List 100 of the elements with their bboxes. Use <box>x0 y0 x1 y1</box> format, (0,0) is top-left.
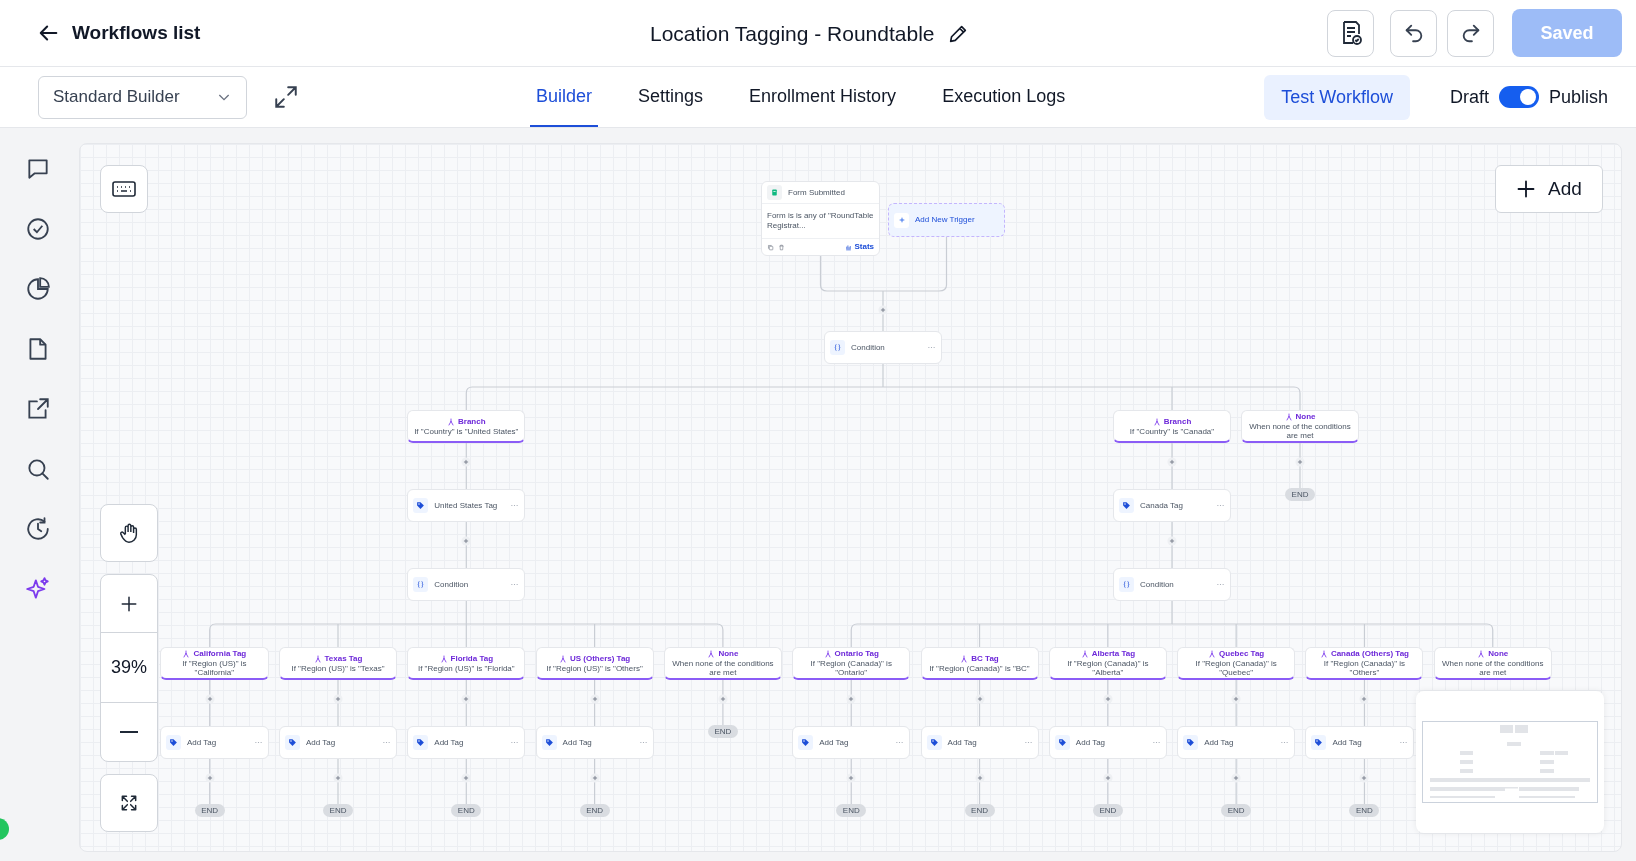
step-label: Add Tag <box>819 736 850 749</box>
action-card[interactable]: Add Tag <box>407 726 526 759</box>
back-button[interactable]: Workflows list <box>38 18 201 48</box>
branch-card[interactable]: None When none of the conditions are met <box>1433 647 1552 680</box>
branch-card[interactable]: Alberta Tag If "Region (Canada)" is "Alberta" <box>1048 647 1167 680</box>
tab[interactable]: Enrollment History <box>743 67 903 127</box>
branch-card[interactable]: Quebec Tag If "Region (Canada)" is "Quebec" <box>1177 647 1296 680</box>
action-card[interactable]: Add Tag <box>1048 726 1167 759</box>
add-step-icon[interactable] <box>846 694 857 704</box>
add-step-icon[interactable] <box>1167 457 1177 467</box>
external-link-icon[interactable] <box>25 396 51 422</box>
check-circle-icon[interactable] <box>25 216 51 242</box>
action-card[interactable]: United States Tag <box>407 489 526 522</box>
add-step-icon[interactable] <box>589 694 600 704</box>
add-step-icon[interactable] <box>204 773 215 783</box>
branch-title: Canada (Others) Tag <box>1330 649 1409 659</box>
action-card[interactable]: Add Tag <box>1177 726 1296 759</box>
clock-icon[interactable] <box>25 516 51 542</box>
action-card[interactable]: Add Tag <box>535 726 654 759</box>
add-step-icon[interactable] <box>1102 694 1113 704</box>
tab[interactable]: Builder <box>530 67 599 127</box>
redo-button[interactable] <box>1447 9 1494 57</box>
branch-condition: If "Region (Canada)" is "Quebec" <box>1194 659 1278 677</box>
plus-icon <box>1516 179 1537 199</box>
branch-condition: When none of the conditions are met <box>671 659 775 677</box>
add-step-icon[interactable] <box>1231 773 1242 783</box>
add-button[interactable]: Add <box>1495 165 1603 213</box>
condition-card[interactable]: Condition <box>1113 568 1231 601</box>
add-step-icon[interactable] <box>1359 694 1370 704</box>
add-step-icon[interactable] <box>974 694 985 704</box>
add-step-icon[interactable] <box>461 773 472 783</box>
tag-icon <box>288 738 297 747</box>
branch-title: US (Others) Tag <box>569 653 631 664</box>
step-label: Add Tag <box>1332 736 1363 749</box>
branch-card[interactable]: US (Others) Tag If "Region (US)" is "Others" <box>535 647 654 680</box>
branch-icon <box>1319 650 1328 658</box>
condition-card[interactable]: Condition <box>824 331 942 364</box>
step-label: Add Tag <box>306 736 337 749</box>
pie-chart-icon[interactable] <box>25 276 51 302</box>
branch-card[interactable]: Branch If "Country" is "Canada" <box>1113 410 1231 443</box>
add-step-icon[interactable] <box>1295 457 1305 467</box>
add-step-icon[interactable] <box>461 536 472 546</box>
action-card[interactable]: Add Tag <box>279 726 397 759</box>
branch-card[interactable]: Canada (Others) Tag If "Region (Canada)" is "Others" <box>1305 647 1424 680</box>
branch-card[interactable]: California Tag If "Region (US)" is "California" <box>160 647 269 680</box>
branch-card[interactable]: None When none of the conditions are met <box>1241 410 1359 443</box>
fit-view-button[interactable] <box>100 774 158 832</box>
action-card[interactable]: Canada Tag <box>1113 489 1231 522</box>
step-label: United States Tag <box>434 499 499 512</box>
add-step-icon[interactable] <box>1231 694 1242 704</box>
add-step-icon[interactable] <box>589 773 600 783</box>
publish-toggle[interactable] <box>1498 86 1539 108</box>
add-step-icon[interactable] <box>204 694 215 704</box>
stats-link[interactable]: Stats <box>845 241 874 253</box>
chat-icon[interactable] <box>25 156 51 182</box>
test-workflow-button[interactable]: Test Workflow <box>1264 74 1410 120</box>
keyboard-button[interactable] <box>100 165 148 213</box>
tab[interactable]: Settings <box>632 67 710 127</box>
action-card[interactable]: Add Tag <box>1305 726 1414 759</box>
plus-icon <box>120 594 138 613</box>
tab[interactable]: Execution Logs <box>936 67 1072 127</box>
add-step-icon[interactable] <box>974 773 985 783</box>
trigger-card[interactable]: Form Submitted Form is is any of "RoundTable Registrat... Stats <box>761 181 880 256</box>
add-step-icon[interactable] <box>333 773 343 783</box>
action-card[interactable]: Add Tag <box>792 726 911 759</box>
branch-card[interactable]: Ontario Tag If "Region (Canada)" is "Ontario" <box>792 647 911 680</box>
action-card[interactable]: Add Tag <box>920 726 1039 759</box>
branch-icon <box>1284 413 1293 421</box>
add-trigger-button[interactable]: Add New Trigger <box>888 203 1005 237</box>
add-step-icon[interactable] <box>1359 773 1370 783</box>
trigger-detail: Form is is any of "RoundTable Registrat... <box>767 211 874 231</box>
notes-button[interactable] <box>1327 9 1374 57</box>
workflow-title: Location Tagging - Roundtable <box>650 21 935 47</box>
action-card[interactable]: Add Tag <box>160 726 269 759</box>
builder-select[interactable]: Standard Builder <box>38 75 247 119</box>
branch-card[interactable]: Florida Tag If "Region (US)" is "Florida" <box>407 647 526 680</box>
add-step-icon[interactable] <box>846 773 857 783</box>
branch-card[interactable]: Branch If "Country" is "United States" <box>407 410 526 443</box>
hand-icon <box>118 522 140 544</box>
search-icon[interactable] <box>25 456 51 482</box>
branch-card[interactable]: Texas Tag If "Region (US)" is "Texas" <box>279 647 397 680</box>
add-step-icon[interactable] <box>1167 536 1177 546</box>
add-step-icon[interactable] <box>1102 773 1113 783</box>
branch-card[interactable]: BC Tag If "Region (Canada)" is "BC" <box>920 647 1039 680</box>
undo-button[interactable] <box>1390 9 1437 57</box>
branch-icon <box>313 654 322 663</box>
add-step-icon[interactable] <box>878 305 888 315</box>
add-step-icon[interactable] <box>333 694 343 704</box>
sparkles-icon[interactable] <box>25 576 51 602</box>
add-step-icon[interactable] <box>461 694 472 704</box>
add-step-icon[interactable] <box>717 694 728 704</box>
step-label: Condition <box>434 578 470 591</box>
pan-button[interactable] <box>100 504 158 562</box>
keyboard-icon <box>112 180 136 198</box>
expand-icon[interactable] <box>273 84 299 110</box>
add-step-icon[interactable] <box>461 457 472 467</box>
branch-condition: If "Region (Canada)" is "BC" <box>929 663 1030 673</box>
branch-card[interactable]: None When none of the conditions are met <box>663 647 782 680</box>
branch-icon <box>960 654 969 663</box>
condition-card[interactable]: Condition <box>407 568 526 601</box>
